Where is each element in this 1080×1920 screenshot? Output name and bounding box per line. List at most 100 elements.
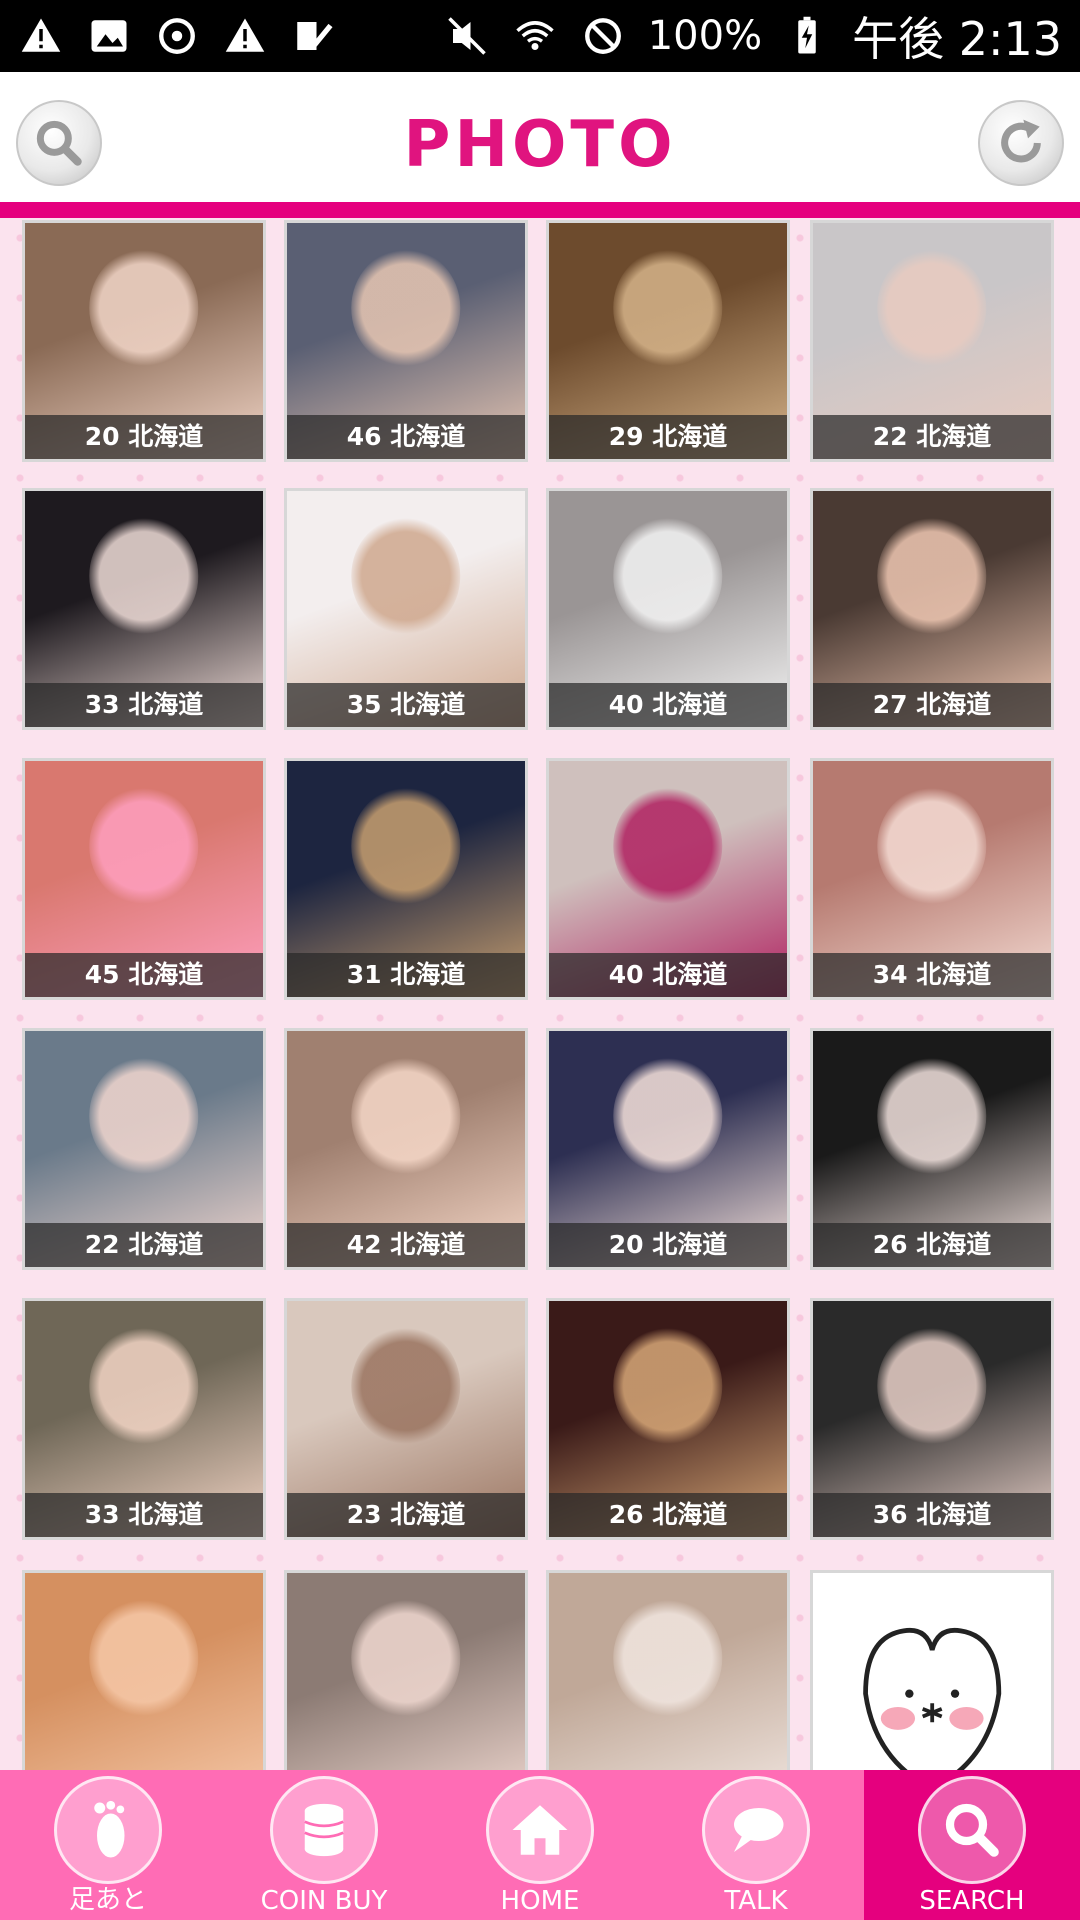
photo-grid: 20 北海道 46 北海道 29 北海道 22 北海道 33 北海道 35 北海道 40 北… [0, 218, 1080, 1770]
face-placeholder [351, 1326, 461, 1445]
search-icon [918, 1776, 1026, 1884]
image-icon [86, 13, 132, 59]
notification-icons [18, 13, 336, 59]
do-not-disturb-icon [580, 13, 626, 59]
face-placeholder [613, 786, 723, 905]
chat-bubble-icon [702, 1776, 810, 1884]
face-placeholder [351, 516, 461, 635]
face-placeholder [351, 248, 461, 367]
face-placeholder [89, 248, 199, 367]
age-region-label: 34 北海道 [813, 953, 1051, 997]
face-placeholder [877, 1326, 987, 1445]
photo-tile[interactable]: 36 北海道 [810, 1298, 1054, 1540]
refresh-icon [1001, 119, 1041, 163]
tab-footprints[interactable]: 足あと [0, 1770, 216, 1920]
age-region-label: 26 北海道 [813, 1223, 1051, 1267]
photo-tile[interactable]: 35 北海道 [284, 488, 528, 730]
photo-tile[interactable]: 20 北海道 [22, 220, 266, 462]
age-region-label: 45 北海道 [25, 953, 263, 997]
warning-icon [18, 13, 64, 59]
photo-tile[interactable]: 20 北海道 [546, 1028, 790, 1270]
warning-icon [222, 13, 268, 59]
tab-coin-buy[interactable]: COIN BUY [216, 1770, 432, 1920]
status-bar: 100% 午後 2:13 [0, 0, 1080, 72]
photo-tile[interactable]: 26 北海道 [810, 1028, 1054, 1270]
photo-tile[interactable]: 40 北海道 [546, 758, 790, 1000]
footprint-icon [54, 1776, 162, 1884]
sync-icon [154, 13, 200, 59]
system-icons: 100% 午後 2:13 [444, 3, 1062, 69]
age-region-label: 46 北海道 [287, 415, 525, 459]
age-region-label: 27 北海道 [813, 683, 1051, 727]
face-placeholder [351, 1056, 461, 1175]
age-region-label: 20 北海道 [549, 1223, 787, 1267]
photo-tile[interactable]: 46 北海道 [284, 220, 528, 462]
bottom-tab-bar: 足あと COIN BUY HOME TALK SEARCH [0, 1770, 1080, 1920]
photo-tile[interactable] [546, 1570, 790, 1770]
face-placeholder [613, 1326, 723, 1445]
photo-tile[interactable]: 26 北海道 [546, 1298, 790, 1540]
refresh-button[interactable] [978, 100, 1064, 186]
photo-tile[interactable] [284, 1570, 528, 1770]
clock: 午後 2:13 [852, 12, 1062, 66]
home-icon [486, 1776, 594, 1884]
app-header: PHOTO [0, 72, 1080, 218]
tab-label: HOME [500, 1886, 580, 1916]
face-placeholder [351, 1598, 461, 1717]
face-placeholder [89, 1326, 199, 1445]
photo-tile[interactable]: 40 北海道 [546, 488, 790, 730]
photo-tile[interactable]: 27 北海道 [810, 488, 1054, 730]
age-region-label: 31 北海道 [287, 953, 525, 997]
photo-tile[interactable]: 31 北海道 [284, 758, 528, 1000]
age-region-label: 33 北海道 [25, 683, 263, 727]
photo-tile[interactable]: 42 北海道 [284, 1028, 528, 1270]
age-region-label: 20 北海道 [25, 415, 263, 459]
face-placeholder [877, 248, 987, 367]
face-placeholder [613, 1598, 723, 1717]
face-placeholder [613, 248, 723, 367]
tab-talk[interactable]: TALK [648, 1770, 864, 1920]
page-title: PHOTO [403, 108, 677, 182]
tab-search[interactable]: SEARCH [864, 1770, 1080, 1920]
face-placeholder [877, 786, 987, 905]
photo-tile[interactable] [810, 1570, 1054, 1770]
age-region-label: 36 北海道 [813, 1493, 1051, 1537]
battery-icon [784, 13, 830, 59]
face-placeholder [877, 516, 987, 635]
check-icon [290, 13, 336, 59]
tab-home[interactable]: HOME [432, 1770, 648, 1920]
mute-icon [444, 13, 490, 59]
photo-tile[interactable]: 34 北海道 [810, 758, 1054, 1000]
age-region-label: 35 北海道 [287, 683, 525, 727]
face-placeholder [89, 516, 199, 635]
photo-tile[interactable]: 33 北海道 [22, 488, 266, 730]
face-placeholder [613, 516, 723, 635]
tab-label: TALK [724, 1886, 788, 1916]
photo-tile[interactable] [22, 1570, 266, 1770]
age-region-label: 22 北海道 [813, 415, 1051, 459]
battery-percent: 100% [647, 13, 763, 59]
tab-label: 足あと [68, 1885, 147, 1915]
age-region-label: 33 北海道 [25, 1493, 263, 1537]
age-region-label: 40 北海道 [549, 953, 787, 997]
coins-icon [270, 1776, 378, 1884]
photo-tile[interactable]: 22 北海道 [22, 1028, 266, 1270]
face-placeholder [89, 786, 199, 905]
age-region-label: 29 北海道 [549, 415, 787, 459]
photo-tile[interactable]: 33 北海道 [22, 1298, 266, 1540]
age-region-label: 40 北海道 [549, 683, 787, 727]
photo-tile[interactable]: 22 北海道 [810, 220, 1054, 462]
sticker-illustration [862, 1627, 1002, 1770]
age-region-label: 26 北海道 [549, 1493, 787, 1537]
age-region-label: 42 北海道 [287, 1223, 525, 1267]
face-placeholder [89, 1056, 199, 1175]
face-placeholder [877, 1056, 987, 1175]
photo-tile[interactable]: 29 北海道 [546, 220, 790, 462]
face-placeholder [89, 1598, 199, 1717]
age-region-label: 23 北海道 [287, 1493, 525, 1537]
tab-label: COIN BUY [260, 1886, 388, 1916]
wifi-icon [512, 13, 558, 59]
face-placeholder [613, 1056, 723, 1175]
photo-tile[interactable]: 45 北海道 [22, 758, 266, 1000]
photo-tile[interactable]: 23 北海道 [284, 1298, 528, 1540]
